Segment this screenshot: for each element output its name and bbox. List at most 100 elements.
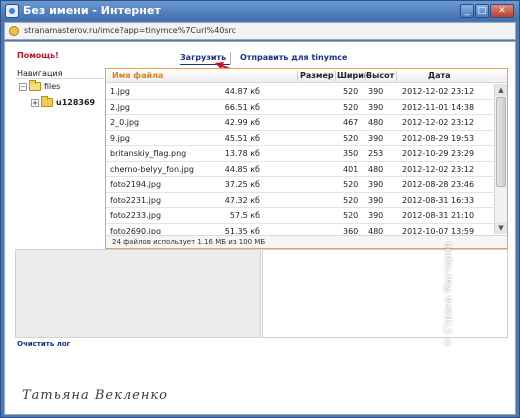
file-height: 390 <box>368 102 384 112</box>
file-name: cherno-belyy_fon.jpg <box>110 164 194 174</box>
file-size: 45.51 кб <box>224 133 260 143</box>
table-row[interactable]: 2.jpg 66.51 кб 520 390 2012-11-01 14:38 <box>106 100 494 115</box>
address-bar[interactable]: stranamasterov.ru/imce?app=tinymce%7Curl… <box>4 22 516 40</box>
file-table-body: 1.jpg 44.87 кб 520 390 2012-12-02 23:12 2.jp… <box>106 84 494 234</box>
quota-status: 24 файлов использует 1.16 МБ из 100 МБ <box>112 238 266 246</box>
file-size: 66.51 кб <box>224 102 260 112</box>
file-date: 2012-11-01 14:38 <box>402 102 475 112</box>
file-width: 360 <box>343 226 359 235</box>
file-table-header: Имя файла Размер Ширин Высот Дата <box>106 69 507 83</box>
file-name: 9.jpg <box>110 133 131 143</box>
table-row[interactable]: foto2233.jpg 57.5 кб 520 390 2012-08-31 21:1… <box>106 208 494 224</box>
file-date: 2012-10-29 23:29 <box>402 149 475 158</box>
file-width: 520 <box>343 195 359 205</box>
ie-icon <box>5 4 19 18</box>
tree-item-u128369-label: u128369 <box>56 98 96 107</box>
column-header-name[interactable]: Имя файла <box>112 69 163 83</box>
column-header-date[interactable]: Дата <box>428 69 451 83</box>
imce-content: Помощь! Загрузить Отправить для tinymce … <box>4 41 516 415</box>
file-date: 2012-12-02 23:12 <box>402 87 475 96</box>
folder-icon <box>41 96 53 107</box>
file-date: 2012-10-07 13:59 <box>402 226 475 235</box>
file-name: 2_0.jpg <box>110 118 140 127</box>
expand-icon[interactable]: + <box>31 98 39 107</box>
window-title: Без имени - Интернет <box>23 4 161 17</box>
file-height: 390 <box>368 133 384 143</box>
table-row[interactable]: 2_0.jpg 42.99 кб 467 480 2012-12-02 23:12 <box>106 115 494 131</box>
file-name: 2.jpg <box>110 102 131 112</box>
table-row[interactable]: foto2690.jpg 51.35 кб 360 480 2012-10-07 13:… <box>106 224 494 235</box>
collapse-icon[interactable]: − <box>19 82 27 91</box>
file-list-panel: Имя файла Размер Ширин Высот Дата 1.jpg 4… <box>105 68 508 249</box>
minimize-button[interactable]: _ <box>460 4 474 18</box>
file-width: 520 <box>343 211 359 220</box>
file-size: 51.35 кб <box>224 226 260 235</box>
globe-icon <box>9 26 19 36</box>
log-panel <box>15 249 261 338</box>
file-name: foto2194.jpg <box>110 180 162 189</box>
file-size: 47.32 кб <box>224 195 260 205</box>
table-row[interactable]: cherno-belyy_fon.jpg 44.85 кб 401 480 2012-1… <box>106 162 494 177</box>
file-size: 37.25 кб <box>224 180 260 189</box>
author-signature: Татьяна Векленко <box>22 388 169 403</box>
file-list-scrollbar[interactable]: ▲ ▼ <box>494 84 507 234</box>
file-height: 390 <box>368 180 384 189</box>
browser-window: Без имени - Интернет _ □ ✕ stranamastero… <box>0 0 520 418</box>
file-size: 44.85 кб <box>224 164 260 174</box>
file-height: 480 <box>368 118 384 127</box>
file-width: 520 <box>343 180 359 189</box>
tree-item-u128369[interactable]: + u128369 <box>31 96 96 107</box>
file-size: 44.87 кб <box>224 87 260 96</box>
navigation-header: Навигация <box>17 69 63 78</box>
file-width: 520 <box>343 133 359 143</box>
column-header-height[interactable]: Высот <box>366 69 396 83</box>
file-date: 2012-12-02 23:12 <box>402 164 475 174</box>
scroll-thumb[interactable] <box>496 97 506 187</box>
close-button[interactable]: ✕ <box>490 4 514 18</box>
file-width: 350 <box>343 149 359 158</box>
column-header-width[interactable]: Ширин <box>337 69 367 83</box>
file-name: foto2233.jpg <box>110 211 162 220</box>
table-row[interactable]: 9.jpg 45.51 кб 520 390 2012-08-29 19:53 <box>106 131 494 146</box>
address-url: stranamasterov.ru/imce?app=tinymce%7Curl… <box>24 26 237 35</box>
file-width: 467 <box>343 118 359 127</box>
file-height: 480 <box>368 226 384 235</box>
file-date: 2012-12-02 23:12 <box>402 118 475 127</box>
navigation-divider <box>16 78 104 79</box>
file-height: 390 <box>368 195 384 205</box>
maximize-button[interactable]: □ <box>475 4 489 18</box>
file-height: 480 <box>368 164 384 174</box>
file-date: 2012-08-29 19:53 <box>402 133 475 143</box>
title-bar: Без имени - Интернет _ □ ✕ <box>1 1 519 21</box>
file-name: 1.jpg <box>110 87 131 96</box>
file-name: foto2231.jpg <box>110 195 162 205</box>
file-width: 520 <box>343 87 359 96</box>
clear-log-link[interactable]: Очистить лог <box>17 340 70 348</box>
file-date: 2012-08-28 23:46 <box>402 180 475 189</box>
preview-panel <box>262 249 508 338</box>
column-header-size[interactable]: Размер <box>300 69 334 83</box>
scroll-up-icon[interactable]: ▲ <box>495 84 507 96</box>
file-width: 401 <box>343 164 359 174</box>
table-row[interactable]: britanskiy_flag.png 13.78 кб 350 253 2012-10… <box>106 146 494 162</box>
help-link[interactable]: Помощь! <box>17 51 59 60</box>
folder-icon <box>29 80 41 91</box>
table-row[interactable]: foto2194.jpg 37.25 кб 520 390 2012-08-28 23:… <box>106 177 494 193</box>
file-height: 390 <box>368 87 384 96</box>
file-name: foto2690.jpg <box>110 226 162 235</box>
file-size: 42.99 кб <box>224 118 260 127</box>
file-size: 13.78 кб <box>224 149 260 158</box>
column-divider <box>297 71 298 81</box>
tree-item-files[interactable]: − files <box>19 80 61 91</box>
file-size: 57.5 кб <box>229 211 260 220</box>
file-height: 253 <box>368 149 384 158</box>
column-divider <box>335 71 336 81</box>
file-width: 520 <box>343 102 359 112</box>
tree-item-files-label: files <box>44 82 61 91</box>
table-row[interactable]: foto2231.jpg 47.32 кб 520 390 2012-08-31 16:… <box>106 193 494 208</box>
table-row[interactable]: 1.jpg 44.87 кб 520 390 2012-12-02 23:12 <box>106 84 494 100</box>
file-name: britanskiy_flag.png <box>110 149 187 158</box>
file-date: 2012-08-31 21:10 <box>402 211 475 220</box>
scroll-down-icon[interactable]: ▼ <box>495 222 507 234</box>
column-divider <box>396 71 397 81</box>
